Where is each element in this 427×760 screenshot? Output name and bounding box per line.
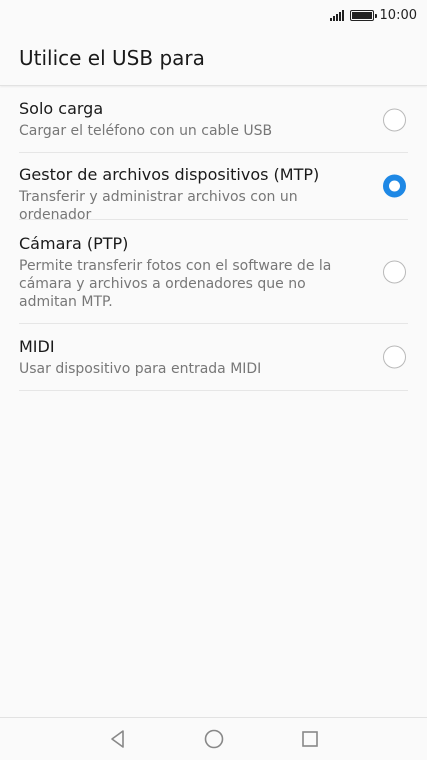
page-title: Utilice el USB para <box>19 45 205 70</box>
option-description: Cargar el teléfono con un cable USB <box>19 123 273 139</box>
navigation-bar <box>0 717 427 760</box>
status-bar: 10:00 <box>0 0 427 30</box>
option-ptp[interactable]: Cámara (PTP) Permite transferir fotos co… <box>19 220 408 324</box>
option-title: MIDI <box>19 337 55 356</box>
option-mtp[interactable]: Gestor de archivos dispositivos (MTP) Tr… <box>19 153 408 223</box>
option-solo-carga[interactable]: Solo carga Cargar el teléfono con un cab… <box>19 87 408 153</box>
option-title: Cámara (PTP) <box>19 234 129 253</box>
radio-mtp[interactable] <box>383 174 406 198</box>
option-description: Transferir y administrar archivos con un… <box>19 189 298 223</box>
signal-icon <box>329 9 344 21</box>
status-time: 10:00 <box>379 7 417 23</box>
battery-icon <box>349 9 377 21</box>
usb-options-list: Solo carga Cargar el teléfono con un cab… <box>19 87 408 391</box>
recents-icon[interactable] <box>298 727 322 751</box>
usb-options-screen: 10:00 Utilice el USB para Solo carga Car… <box>0 0 427 760</box>
radio-solo-carga[interactable] <box>383 108 406 131</box>
back-icon[interactable] <box>106 727 130 751</box>
radio-ptp[interactable] <box>383 260 406 283</box>
option-description: Usar dispositivo para entrada MIDI <box>19 361 262 377</box>
header: Utilice el USB para <box>0 30 427 86</box>
option-title: Solo carga <box>19 99 104 118</box>
home-icon[interactable] <box>202 727 226 751</box>
option-title: Gestor de archivos dispositivos (MTP) <box>19 165 320 184</box>
option-description: Permite transferir fotos con el software… <box>19 258 332 310</box>
option-midi[interactable]: MIDI Usar dispositivo para entrada MIDI <box>19 324 408 391</box>
radio-midi[interactable] <box>383 345 406 369</box>
